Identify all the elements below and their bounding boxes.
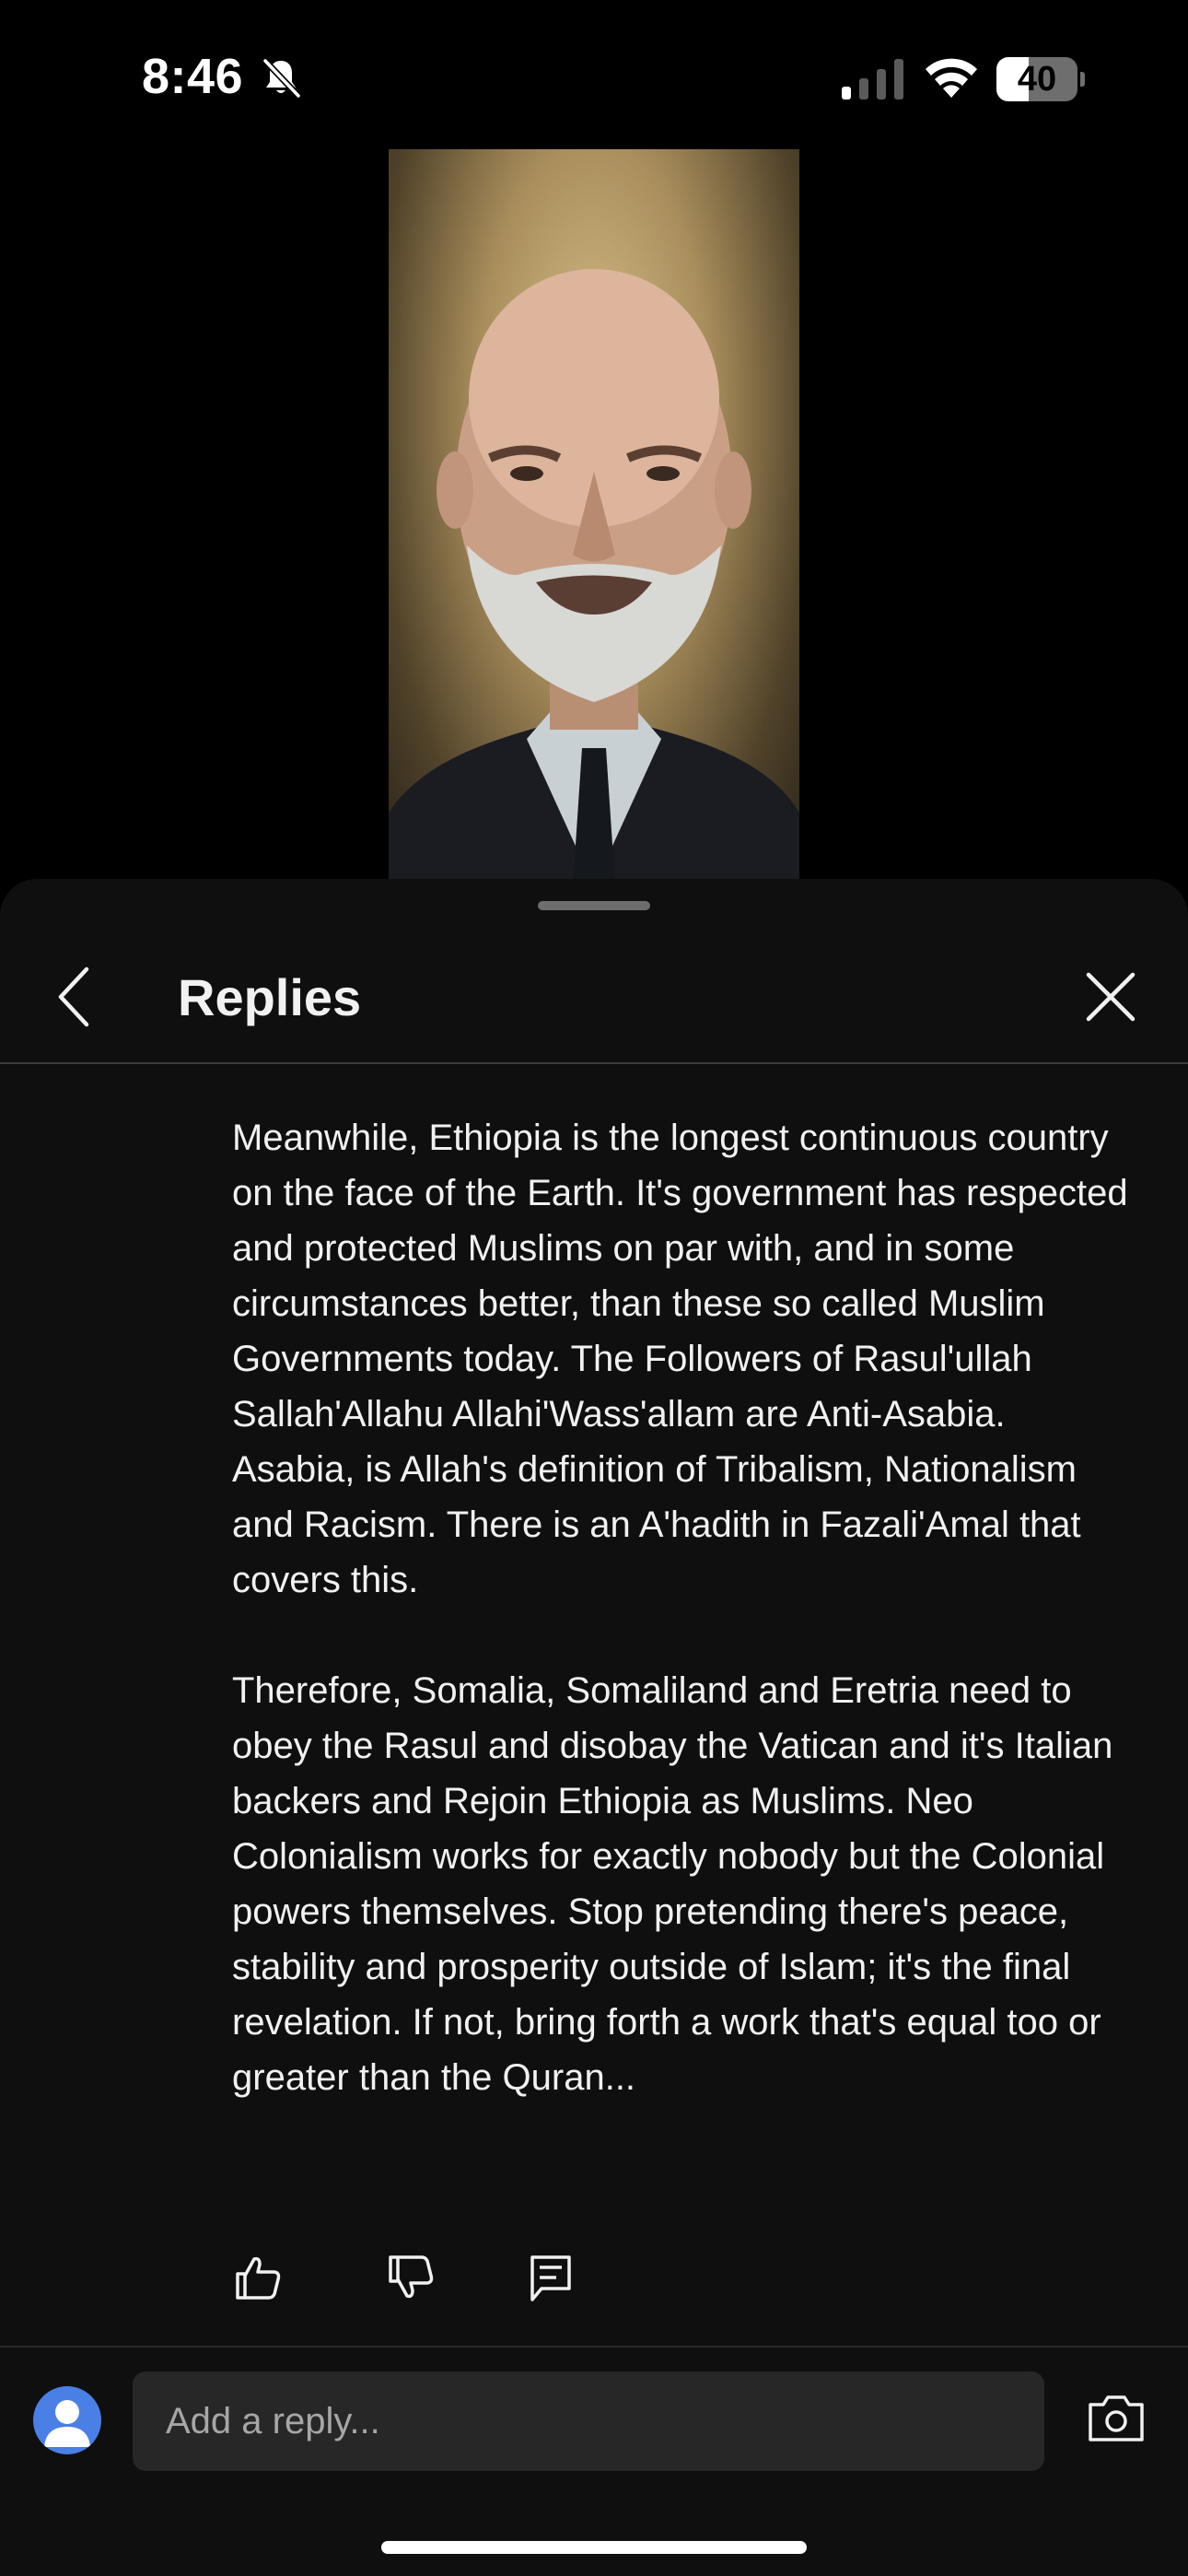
header-divider bbox=[0, 1062, 1188, 1064]
default-avatar-icon[interactable] bbox=[33, 2386, 101, 2454]
wifi-icon bbox=[926, 58, 977, 98]
reply-input[interactable] bbox=[133, 2371, 1044, 2471]
battery-icon: 40 bbox=[996, 57, 1085, 101]
home-indicator[interactable] bbox=[381, 2541, 807, 2554]
bell-slash-icon bbox=[262, 58, 301, 99]
video-frame bbox=[389, 269, 799, 886]
thumbs-down-icon[interactable] bbox=[385, 2252, 437, 2303]
comment-text: Meanwhile, Ethiopia is the longest conti… bbox=[232, 1110, 1135, 2105]
camera-icon[interactable] bbox=[1087, 2392, 1146, 2443]
screen: 8:46 40 Replies Meanwhile, Ethiopia is t… bbox=[0, 0, 1188, 2576]
cellular-signal-icon bbox=[842, 59, 903, 100]
replies-panel: Replies Meanwhile, Ethiopia is the longe… bbox=[0, 879, 1188, 2576]
status-bar: 8:46 40 bbox=[0, 0, 1188, 147]
status-time: 8:46 bbox=[142, 49, 244, 104]
reply-bar bbox=[0, 2348, 1188, 2495]
comment-paragraph: Therefore, Somalia, Somaliland and Eretr… bbox=[232, 1670, 1113, 2098]
reply-icon[interactable] bbox=[525, 2252, 577, 2303]
thumbs-up-icon[interactable] bbox=[232, 2252, 284, 2303]
comment-paragraph: Meanwhile, Ethiopia is the longest conti… bbox=[232, 1118, 1128, 1600]
drag-handle[interactable] bbox=[538, 901, 650, 910]
comment-actions bbox=[232, 2252, 600, 2307]
battery-level: 40 bbox=[1017, 60, 1057, 99]
chevron-left-icon[interactable] bbox=[48, 960, 103, 1034]
video-player[interactable] bbox=[389, 149, 799, 886]
panel-title: Replies bbox=[178, 968, 362, 1026]
close-icon[interactable] bbox=[1079, 966, 1142, 1028]
